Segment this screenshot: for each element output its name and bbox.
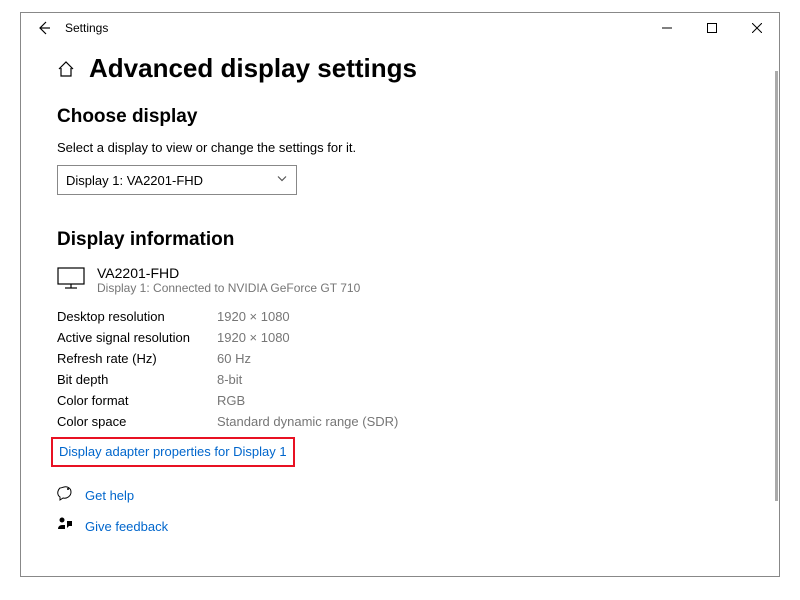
monitor-icon xyxy=(57,267,85,294)
adapter-properties-highlight: Display adapter properties for Display 1 xyxy=(51,437,295,467)
display-dropdown-value: Display 1: VA2201-FHD xyxy=(66,173,203,188)
get-help-link: Get help xyxy=(85,488,134,503)
titlebar: Settings xyxy=(21,13,779,43)
app-title: Settings xyxy=(65,21,108,35)
maximize-icon xyxy=(707,23,717,33)
info-value: RGB xyxy=(217,393,743,408)
info-value: 60 Hz xyxy=(217,351,743,366)
settings-window: Settings Advanced display settings Choos… xyxy=(20,12,780,577)
choose-display-heading: Choose display xyxy=(57,106,743,128)
feedback-icon xyxy=(57,516,73,537)
display-info-heading: Display information xyxy=(57,229,743,251)
minimize-button[interactable] xyxy=(644,13,689,43)
close-button[interactable] xyxy=(734,13,779,43)
help-icon xyxy=(57,485,73,506)
page-header: Advanced display settings xyxy=(57,53,743,84)
monitor-row: VA2201-FHD Display 1: Connected to NVIDI… xyxy=(57,265,743,295)
scrollbar[interactable] xyxy=(775,71,778,501)
monitor-name: VA2201-FHD xyxy=(97,265,360,281)
close-icon xyxy=(752,23,762,33)
info-label: Desktop resolution xyxy=(57,309,217,324)
info-label: Color space xyxy=(57,414,217,429)
info-label: Active signal resolution xyxy=(57,330,217,345)
info-label: Refresh rate (Hz) xyxy=(57,351,217,366)
choose-display-desc: Select a display to view or change the s… xyxy=(57,140,743,155)
give-feedback-link: Give feedback xyxy=(85,519,168,534)
back-button[interactable] xyxy=(29,13,59,43)
info-label: Color format xyxy=(57,393,217,408)
info-value: Standard dynamic range (SDR) xyxy=(217,414,743,429)
info-value: 8-bit xyxy=(217,372,743,387)
home-icon[interactable] xyxy=(57,60,75,78)
give-feedback-row[interactable]: Give feedback xyxy=(57,516,743,537)
back-arrow-icon xyxy=(36,20,52,36)
info-value: 1920 × 1080 xyxy=(217,309,743,324)
page-title: Advanced display settings xyxy=(89,53,417,84)
monitor-connected: Display 1: Connected to NVIDIA GeForce G… xyxy=(97,281,360,295)
chevron-down-icon xyxy=(276,173,288,188)
adapter-properties-link[interactable]: Display adapter properties for Display 1 xyxy=(59,444,287,459)
info-value: 1920 × 1080 xyxy=(217,330,743,345)
display-dropdown[interactable]: Display 1: VA2201-FHD xyxy=(57,165,297,195)
info-label: Bit depth xyxy=(57,372,217,387)
info-table: Desktop resolution 1920 × 1080 Active si… xyxy=(57,309,743,429)
window-controls xyxy=(644,13,779,43)
get-help-row[interactable]: Get help xyxy=(57,485,743,506)
maximize-button[interactable] xyxy=(689,13,734,43)
minimize-icon xyxy=(662,23,672,33)
content-area: Advanced display settings Choose display… xyxy=(21,43,779,557)
